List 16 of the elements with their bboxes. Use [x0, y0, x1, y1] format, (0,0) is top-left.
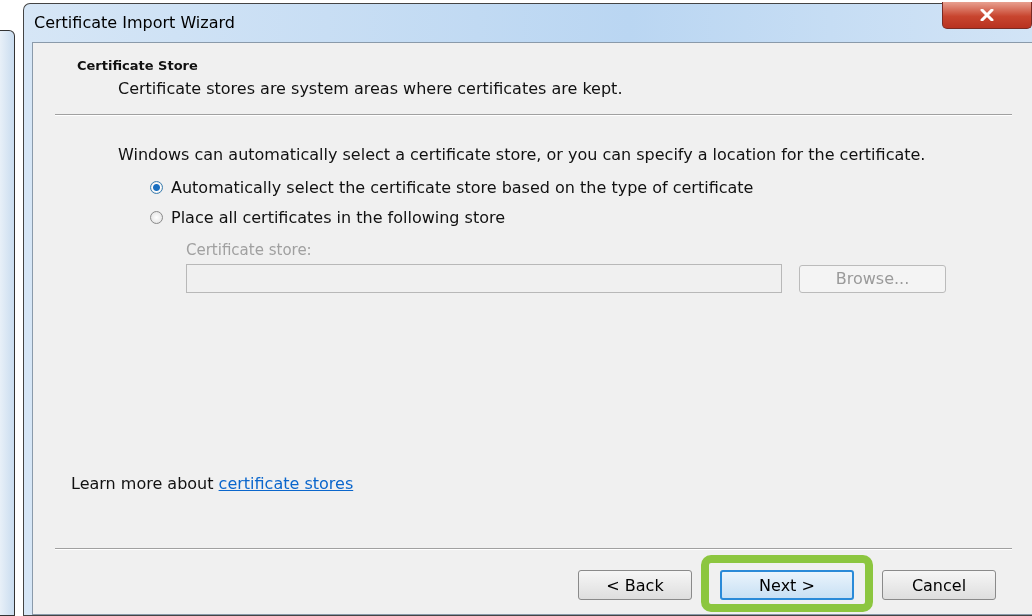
close-icon: [979, 9, 995, 21]
certificate-stores-link[interactable]: certificate stores: [218, 474, 354, 493]
learn-more-text: Learn more about: [71, 474, 215, 493]
radio-option[interactable]: Automatically select the certificate store based on the type of certificate: [150, 178, 754, 197]
field-label: Certificate store:: [186, 241, 313, 259]
intro-text: Windows can automatically select a certificate store, or you can specify a location for the certificate.: [118, 146, 927, 163]
wizard-button[interactable]: < Back: [578, 570, 692, 600]
page-heading: Certificate Store: [77, 58, 199, 73]
close-button[interactable]: [942, 2, 1032, 29]
window-title: Certificate Import Wizard: [33, 12, 235, 32]
radio-button[interactable]: [150, 211, 163, 224]
radio-option[interactable]: Place all certificates in the following store: [150, 208, 506, 227]
wizard-button[interactable]: Cancel: [882, 570, 996, 600]
radio-button[interactable]: [150, 181, 163, 194]
page-subtitle: Certificate stores are system areas where certificates are kept.: [117, 79, 624, 98]
wizard-button[interactable]: Next >: [720, 570, 854, 600]
